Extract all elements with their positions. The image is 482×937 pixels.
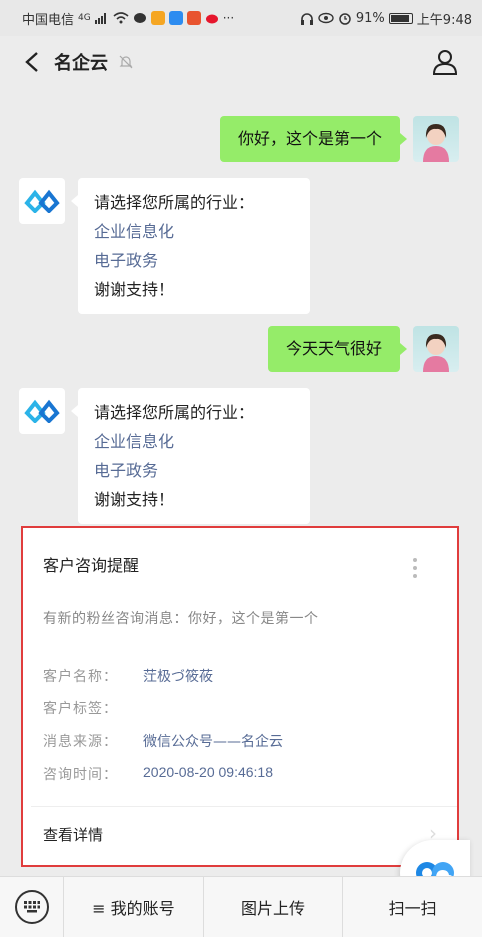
avatar-image xyxy=(423,124,449,162)
my-avatar[interactable] xyxy=(413,116,459,162)
row-label: 咨询时间： xyxy=(43,767,118,783)
row-value: 茳极づ筱莜 xyxy=(143,669,213,685)
menu-image-upload[interactable]: 图片上传 xyxy=(204,876,344,937)
card-description: 有新的粉丝咨询消息：你好，这个是第一个 xyxy=(43,611,319,627)
weibo-icon xyxy=(205,14,218,24)
status-right: 91% 上午9:48 xyxy=(300,9,472,28)
message-line: 请选择您所属的行业： xyxy=(94,403,255,422)
alarm-icon xyxy=(339,13,351,25)
row-label: 客户标签： xyxy=(43,701,118,717)
eye-icon xyxy=(318,12,334,24)
row-label: 客户名称： xyxy=(43,669,118,685)
more-notifications-icon: ··· xyxy=(222,11,235,25)
bot-avatar[interactable] xyxy=(19,178,65,224)
mingqiyun-logo-icon xyxy=(24,399,60,423)
network-label: 4G xyxy=(78,13,91,23)
keyboard-icon xyxy=(14,890,49,924)
message-incoming: 请选择您所属的行业： 企业信息化 电子政务 谢谢支持！ xyxy=(0,178,482,318)
status-bar: 中国电信 4G ··· 91% 上午9:48 xyxy=(0,0,482,36)
keyboard-toggle-button[interactable] xyxy=(0,876,64,937)
message-bubble[interactable]: 请选择您所属的行业： 企业信息化 电子政务 谢谢支持！ xyxy=(71,388,310,524)
headphone-icon xyxy=(300,12,313,25)
industry-link-egov[interactable]: 电子政务 xyxy=(94,456,294,485)
card-row-time: 咨询时间： 2020-08-20 09:46:18 xyxy=(43,764,273,784)
wifi-icon xyxy=(113,12,129,24)
menu-my-account[interactable]: ≡ 我的账号 xyxy=(64,876,204,937)
nav-bar: 名企云 xyxy=(0,36,482,88)
message-bubble[interactable]: 今天天气很好 xyxy=(267,326,408,372)
profile-button[interactable] xyxy=(432,49,458,75)
card-title: 客户咨询提醒 xyxy=(43,556,140,575)
industry-link-enterprise[interactable]: 企业信息化 xyxy=(94,427,294,456)
row-label: 消息来源： xyxy=(43,734,118,750)
row-value: 2020-08-20 09:46:18 xyxy=(143,764,273,780)
clock: 上午9:48 xyxy=(416,12,472,28)
message-bubble[interactable]: 请选择您所属的行业： 企业信息化 电子政务 谢谢支持！ xyxy=(71,178,310,314)
message-line: 谢谢支持！ xyxy=(94,280,175,299)
app-icon-orange xyxy=(150,11,165,25)
app-icon-red xyxy=(186,11,201,25)
view-details-link[interactable]: 查看详情 xyxy=(43,824,103,845)
consultation-card[interactable]: 客户咨询提醒 有新的粉丝咨询消息：你好，这个是第一个 客户名称： 茳极づ筱莜 客… xyxy=(21,526,459,867)
card-row-customer-tag: 客户标签： xyxy=(43,698,143,718)
divider xyxy=(31,806,457,807)
bottom-menu-bar: ≡ 我的账号 图片上传 扫一扫 xyxy=(0,876,482,937)
message-text: 今天天气很好 xyxy=(285,339,382,358)
chat-title: 名企云 xyxy=(54,53,108,74)
carrier-label: 中国电信 xyxy=(22,12,75,28)
row-value: 微信公众号——名企云 xyxy=(143,734,283,750)
bell-off-icon xyxy=(119,55,133,69)
industry-link-egov[interactable]: 电子政务 xyxy=(94,246,294,275)
card-row-customer-name: 客户名称： 茳极づ筱莜 xyxy=(43,666,213,686)
my-avatar[interactable] xyxy=(413,326,459,372)
bot-avatar[interactable] xyxy=(19,388,65,434)
menu-scan[interactable]: 扫一扫 xyxy=(343,877,482,937)
card-row-source: 消息来源： 微信公众号——名企云 xyxy=(43,731,283,751)
message-text: 你好，这个是第一个 xyxy=(237,129,382,148)
signal-icon xyxy=(94,13,106,24)
avatar-image xyxy=(423,334,449,372)
status-left: 中国电信 4G ··· xyxy=(22,9,300,28)
mingqiyun-logo-icon xyxy=(24,189,60,213)
battery-percent: 91% xyxy=(355,10,385,26)
industry-link-enterprise[interactable]: 企业信息化 xyxy=(94,217,294,246)
battery-icon xyxy=(388,12,413,24)
message-line: 请选择您所属的行业： xyxy=(94,193,255,212)
message-outgoing: 你好，这个是第一个 xyxy=(0,116,482,166)
back-button[interactable] xyxy=(18,51,48,73)
message-outgoing: 今天天气很好 xyxy=(0,326,482,376)
message-bubble[interactable]: 你好，这个是第一个 xyxy=(219,116,408,162)
app-icon-blue xyxy=(168,11,183,25)
chat-app-icon xyxy=(133,13,146,23)
message-line: 谢谢支持！ xyxy=(94,490,175,509)
message-incoming: 请选择您所属的行业： 企业信息化 电子政务 谢谢支持！ xyxy=(0,388,482,528)
more-options-icon[interactable] xyxy=(413,558,417,582)
